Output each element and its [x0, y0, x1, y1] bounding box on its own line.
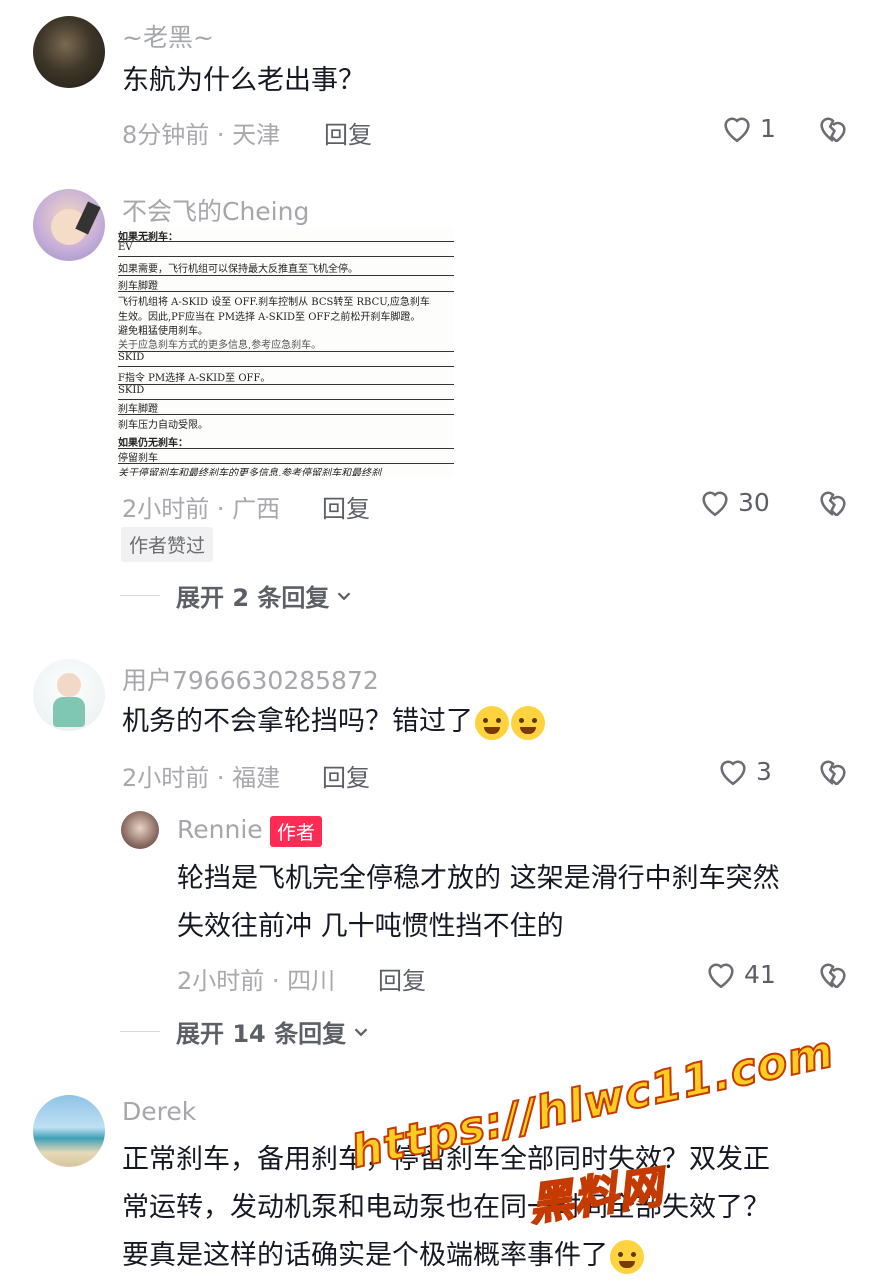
- image-text-line: 刹车压力自动受限。: [118, 420, 208, 431]
- avatar[interactable]: [33, 659, 105, 731]
- image-text-line: 刹车脚蹬: [118, 404, 158, 415]
- image-text-line: 如果仍无刹车：: [118, 438, 188, 449]
- avatar[interactable]: [33, 1095, 105, 1167]
- image-text-line: EV: [118, 242, 133, 253]
- image-text-line: 生效。因此,PF应当在 PM选择 A-SKID至 OFF之前松开刹车脚蹬。: [118, 312, 421, 323]
- chevron-down-icon: [338, 591, 351, 600]
- like-count: 30: [738, 487, 770, 517]
- like-count: 1: [760, 113, 776, 143]
- reply-username[interactable]: Rennie: [177, 815, 263, 844]
- image-text-line: SKID: [118, 385, 145, 396]
- avatar[interactable]: [121, 811, 159, 849]
- crying-emoji-icon: [475, 705, 509, 740]
- like-count: 3: [756, 756, 772, 786]
- image-text-line: SKID: [118, 352, 145, 363]
- dislike-button[interactable]: [816, 486, 850, 522]
- image-text-line: 关于停留刹车和最终刹车的更多信息,参考停留刹车和最终刹: [118, 468, 382, 476]
- reply-text: 失效往前冲 几十吨惯性挡不住的: [177, 911, 564, 942]
- comment-text: 机务的不会拿轮挡吗？错过了: [122, 697, 545, 747]
- comment-text-content: 要真是这样的话确实是个极端概率事件了: [122, 1240, 608, 1271]
- expand-replies-button[interactable]: 展开 14 条回复: [120, 1014, 372, 1049]
- image-text-line: F指令 PM选择 A-SKID至 OFF。: [118, 373, 271, 384]
- comment-username[interactable]: 用户7966630285872: [122, 661, 379, 697]
- image-text-line: 飞行机组将 A-SKID 设至 OFF.刹车控制从 BCS转至 RBCU,应急刹…: [118, 297, 430, 308]
- like-button[interactable]: 3: [716, 755, 772, 787]
- broken-heart-icon: [820, 491, 846, 517]
- like-button[interactable]: 1: [720, 112, 776, 144]
- comment-time-location: 8分钟前 · 天津: [122, 121, 281, 149]
- reply-text: 轮挡是飞机完全停稳才放的 这架是滑行中刹车突然: [177, 863, 780, 894]
- heart-icon: [720, 760, 746, 786]
- comment-text: 东航为什么老出事？: [122, 65, 365, 96]
- broken-heart-icon: [820, 963, 846, 989]
- broken-heart-icon: [820, 760, 846, 786]
- comment-time-location: 2小时前 · 福建: [122, 764, 281, 792]
- crying-emoji-icon: [511, 705, 545, 740]
- author-tag: 作者: [270, 816, 323, 847]
- comment-text: 常运转，发动机泵和电动泵也在同一时间全部失效了？: [122, 1192, 770, 1223]
- comment-text-content: 机务的不会拿轮挡吗？错过了: [122, 706, 473, 737]
- comment-time-location: 2小时前 · 广西: [122, 495, 281, 523]
- divider: [120, 595, 160, 596]
- like-count: 41: [744, 959, 776, 989]
- like-button[interactable]: 30: [698, 486, 770, 518]
- image-text-line: 刹车脚蹬: [118, 281, 158, 292]
- chevron-down-icon: [354, 1027, 368, 1036]
- dislike-button[interactable]: [816, 112, 850, 148]
- comment-image[interactable]: 如果无刹车： EV 如果需要，飞行机组可以保持最大反推直至飞机全停。 刹车脚蹬 …: [118, 228, 454, 476]
- expand-label: 展开 14 条回复: [176, 1020, 347, 1048]
- reply-button[interactable]: 回复: [322, 489, 370, 524]
- comment-text: 要真是这样的话确实是个极端概率事件了: [122, 1231, 644, 1281]
- laughing-crying-emoji-icon: [610, 1239, 644, 1274]
- author-liked-tag: 作者赞过: [121, 527, 214, 562]
- heart-icon: [724, 117, 750, 143]
- heart-icon: [708, 963, 734, 989]
- image-text-line: 避免粗猛使用刹车。: [118, 326, 208, 337]
- reply-button[interactable]: 回复: [378, 961, 426, 996]
- divider: [120, 1031, 160, 1032]
- broken-heart-icon: [820, 117, 846, 143]
- image-text-line: 停留刹车: [118, 453, 158, 464]
- comment-username[interactable]: ~老黑~: [122, 18, 214, 54]
- like-button[interactable]: 41: [704, 958, 776, 990]
- avatar[interactable]: [33, 16, 105, 88]
- reply-button[interactable]: 回复: [322, 758, 370, 793]
- image-text-line: 如果需要，飞行机组可以保持最大反推直至飞机全停。: [118, 264, 358, 275]
- expand-replies-button[interactable]: 展开 2 条回复: [120, 578, 355, 613]
- reply-button[interactable]: 回复: [324, 115, 372, 150]
- dislike-button[interactable]: [816, 958, 850, 994]
- avatar[interactable]: [33, 189, 105, 261]
- expand-label: 展开 2 条回复: [176, 584, 330, 612]
- comment-username[interactable]: Derek: [122, 1097, 196, 1126]
- heart-icon: [702, 491, 728, 517]
- reply-time-location: 2小时前 · 四川: [177, 967, 336, 995]
- comment-username[interactable]: 不会飞的Cheing: [122, 192, 309, 228]
- dislike-button[interactable]: [816, 755, 850, 791]
- image-text-line: 关于应急刹车方式的更多信息,参考应急刹车。: [118, 340, 322, 351]
